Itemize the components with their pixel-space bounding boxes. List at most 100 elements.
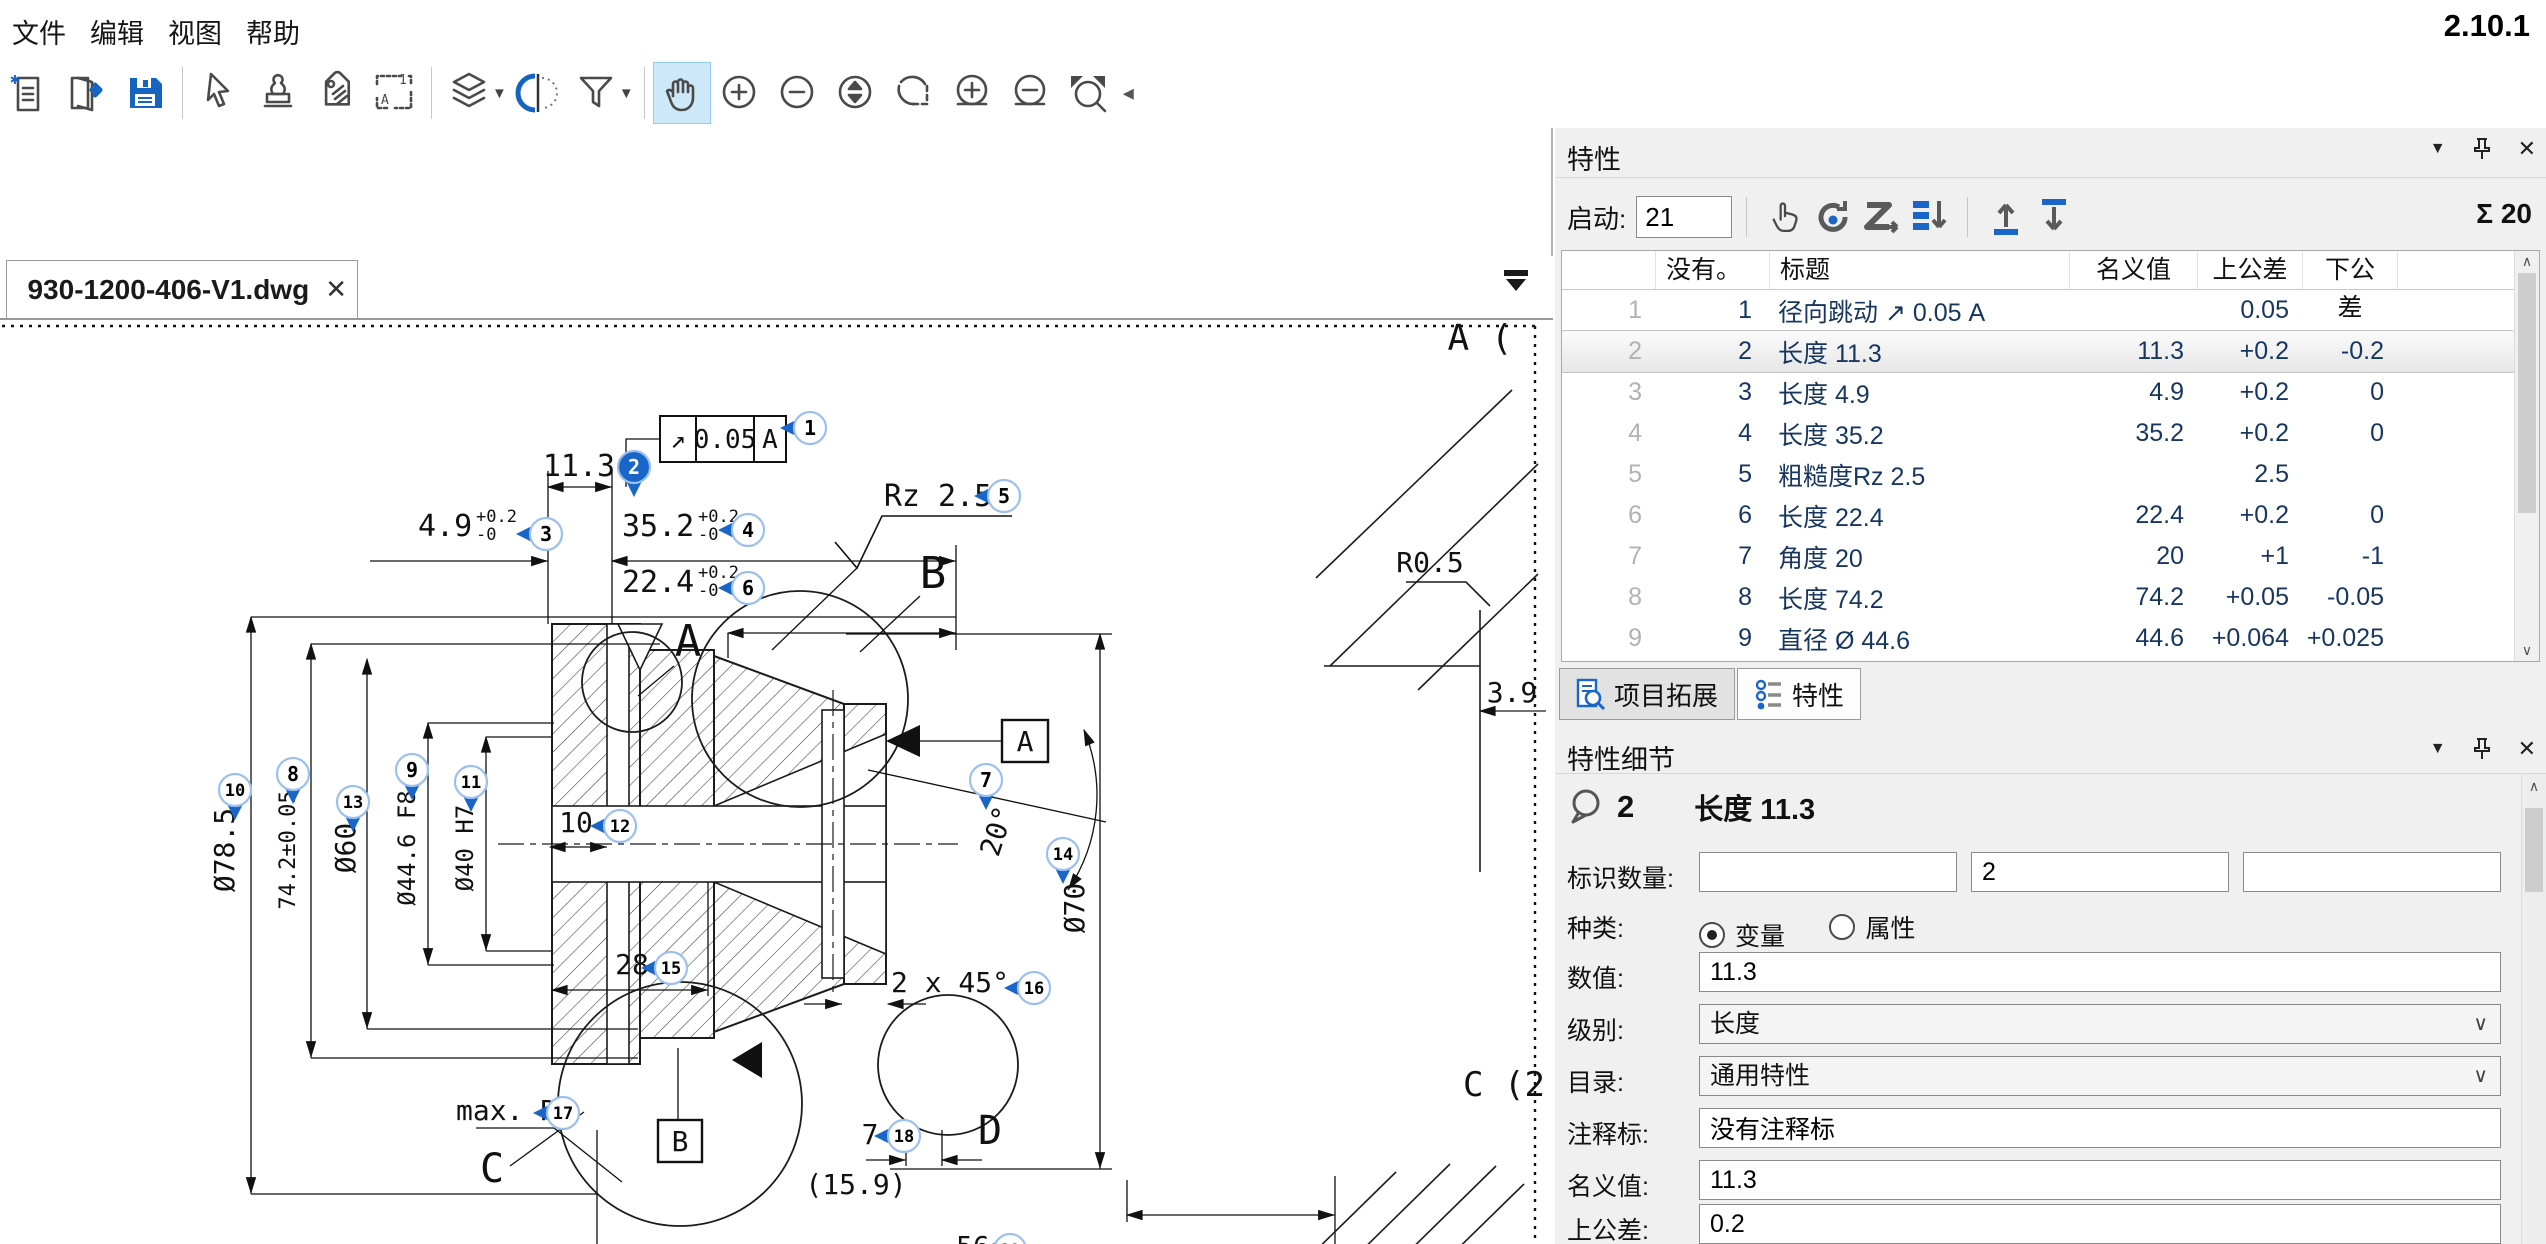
col-header-index[interactable] (1562, 251, 1656, 289)
class-select[interactable]: 长度∨ (1699, 1004, 2501, 1044)
detail-pin-icon[interactable] (2472, 737, 2492, 761)
refresh-rotate-icon[interactable] (1809, 193, 1857, 241)
balloon-toolbar: 启动: Σ 20 (1555, 184, 2546, 250)
svg-text:+0.2: +0.2 (698, 563, 739, 583)
renumber-list-icon[interactable] (1905, 193, 1953, 241)
table-row-1[interactable]: 11径向跳动 ↗ 0.05 A0.05 (1562, 290, 2514, 331)
start-number-input[interactable] (1636, 196, 1732, 238)
flip-view-button[interactable] (510, 63, 566, 123)
detail-scrollbar[interactable]: ∧ (2521, 774, 2546, 1244)
chevron-down-icon: ∨ (2473, 1005, 2488, 1043)
balloon-18[interactable]: 18 (874, 1120, 920, 1152)
col-header-nominal[interactable]: 名义值 (2070, 251, 2198, 289)
new-document-button[interactable]: ✱ (1, 63, 57, 123)
radio-attribute[interactable]: 属性 (1829, 909, 1915, 945)
layers-button[interactable] (441, 63, 497, 123)
table-row-9[interactable]: 99直径 Ø 44.644.6+0.064+0.025 (1562, 618, 2514, 659)
drawing-text-17: D (978, 1108, 1002, 1154)
menu-edit[interactable]: 编辑 (90, 12, 144, 51)
field-id-qty: 标识数量: (1555, 852, 2546, 894)
pin-icon[interactable] (2472, 137, 2492, 161)
catalog-label: 目录: (1567, 1063, 1624, 1099)
panel-dropdown-icon[interactable]: ▼ (2430, 140, 2446, 158)
stamp-tool-button[interactable] (250, 63, 306, 123)
zoom-fit-button[interactable] (1060, 63, 1116, 123)
tab-project-expand[interactable]: 项目拓展 (1559, 668, 1735, 720)
id-qty-input-1[interactable] (1699, 852, 1957, 892)
select-tool-button[interactable] (192, 63, 248, 123)
menu-view[interactable]: 视图 (168, 12, 222, 51)
table-row-6[interactable]: 66长度 22.422.4+0.20 (1562, 495, 2514, 536)
move-top-icon[interactable] (1982, 193, 2030, 241)
filter-button[interactable] (568, 63, 624, 123)
table-row-7[interactable]: 77角度 2020+1-1 (1562, 536, 2514, 577)
zoom-in-2-button[interactable] (944, 63, 1000, 123)
balloon-16[interactable]: 16 (1004, 972, 1050, 1004)
detail-header: 特性细节 ▼ ✕ (1555, 728, 2546, 774)
drawing-text-2: B (920, 548, 947, 599)
drawing-canvas[interactable]: 11.3Rz 2.5BAØ78.574.2±0.05Ø60Ø44.6 F8Ø40… (0, 318, 1553, 1244)
id-qty-input-3[interactable] (2243, 852, 2501, 892)
open-document-icon (64, 70, 110, 116)
document-tab[interactable]: 930-1200-406-V1.dwg ✕ (6, 260, 358, 318)
project-expand-icon (1576, 678, 1606, 710)
panel-close-icon[interactable]: ✕ (2518, 136, 2536, 162)
col-header-no[interactable]: 没有。 (1656, 251, 1770, 289)
zoom-out-button[interactable] (770, 63, 826, 123)
id-qty-input-2[interactable] (1971, 852, 2229, 892)
drawing-text-23: C (2 (1463, 1065, 1545, 1105)
col-header-title[interactable]: 标题 (1770, 251, 2070, 289)
tab-close-icon[interactable]: ✕ (325, 274, 347, 305)
scroll-down-icon[interactable]: ∨ (2515, 642, 2539, 659)
balloon-3[interactable]: 3 (516, 518, 562, 550)
table-row-8[interactable]: 88长度 74.274.2+0.05-0.05 (1562, 577, 2514, 618)
balloon-7[interactable]: 7 (970, 764, 1002, 810)
table-row-2[interactable]: 22长度 11.311.3+0.2-0.2 (1562, 331, 2514, 372)
save-icon (122, 70, 168, 116)
svg-text:-0: -0 (698, 525, 718, 545)
value-input[interactable] (1699, 952, 2501, 992)
table-row-3[interactable]: 33长度 4.94.9+0.20 (1562, 372, 2514, 413)
save-button[interactable] (117, 63, 173, 123)
table-scrollbar[interactable]: ∧ ∨ (2514, 251, 2539, 661)
zoom-selected-button[interactable] (828, 63, 884, 123)
balloon-14[interactable]: 14 (1047, 838, 1079, 884)
z-order-icon[interactable] (1857, 193, 1905, 241)
balloon-2[interactable]: 2 (618, 451, 650, 497)
col-header-upper[interactable]: 上公差 (2198, 251, 2303, 289)
toolbar-collapse-arrow[interactable]: ◂ (1123, 80, 1134, 106)
menu-help[interactable]: 帮助 (246, 12, 300, 51)
svg-text:1: 1 (399, 73, 407, 88)
zoom-in-button[interactable] (712, 63, 768, 123)
pointer-hand-icon[interactable] (1761, 193, 1809, 241)
table-row-5[interactable]: 55粗糙度Rz 2.52.5 (1562, 454, 2514, 495)
menu-file[interactable]: 文件 (12, 12, 66, 51)
tab-characteristics[interactable]: 特性 (1737, 668, 1861, 720)
svg-text:13: 13 (343, 793, 363, 813)
tag-tool-button[interactable] (308, 63, 364, 123)
upper-tol-input[interactable] (1699, 1204, 2501, 1244)
open-document-button[interactable] (59, 63, 115, 123)
nominal-input[interactable] (1699, 1160, 2501, 1200)
stamp-icon (255, 70, 301, 116)
drawing-text-13: 20° (973, 802, 1020, 860)
col-header-lower[interactable]: 下公差 (2303, 251, 2398, 289)
svg-text:A: A (762, 425, 778, 455)
zoom-fit-icon (1065, 70, 1111, 116)
detail-dropdown-icon[interactable]: ▼ (2430, 740, 2446, 758)
catalog-select[interactable]: 通用特性∨ (1699, 1056, 2501, 1096)
radio-variable[interactable]: 变量 (1699, 917, 1785, 953)
note-input[interactable] (1699, 1108, 2501, 1148)
detail-close-icon[interactable]: ✕ (2518, 736, 2536, 762)
scroll-up-icon[interactable]: ∧ (2515, 253, 2539, 270)
zoom-out-2-button[interactable] (1002, 63, 1058, 123)
table-row-4[interactable]: 44长度 35.235.2+0.20 (1562, 413, 2514, 454)
move-bottom-icon[interactable] (2030, 193, 2078, 241)
tab-overflow-button[interactable] (1501, 270, 1531, 300)
pan-hand-button[interactable] (654, 63, 710, 123)
zoom-window-button[interactable] (886, 63, 942, 123)
detail-title: 特性细节 (1567, 738, 1675, 777)
balloon-region-button[interactable]: 1 A (366, 63, 422, 123)
scroll-up-icon[interactable]: ∧ (2522, 778, 2546, 795)
field-value: 数值: (1555, 952, 2546, 994)
